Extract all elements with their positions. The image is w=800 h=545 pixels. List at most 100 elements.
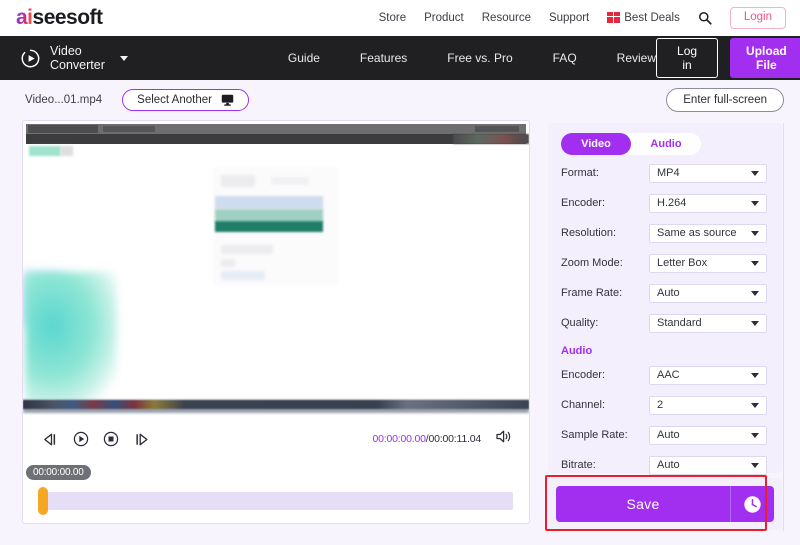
aiseesoft-logo[interactable]: ai seesoft [16, 6, 103, 30]
chevron-down-icon[interactable] [119, 55, 128, 61]
upload-file-button[interactable]: Upload File [730, 38, 800, 78]
file-name: Video...01.mp4 [25, 94, 103, 106]
label-zoom-mode: Zoom Mode: [561, 257, 623, 269]
timeline-track[interactable] [43, 492, 513, 510]
value-sample-rate: Auto [657, 429, 680, 441]
timeline-playhead[interactable] [38, 487, 48, 515]
label-sample-rate: Sample Rate: [561, 429, 628, 441]
select-frame-rate[interactable]: Auto [649, 283, 767, 303]
chevron-down-icon [751, 372, 759, 378]
product-nav-faq[interactable]: FAQ [553, 51, 577, 65]
select-quality[interactable]: Standard [649, 313, 767, 333]
value-quality: Standard [657, 317, 702, 329]
label-encoder-video: Encoder: [561, 197, 606, 209]
product-nav: Video Converter Guide Features Free vs. … [0, 36, 800, 80]
stop-icon[interactable] [103, 431, 119, 447]
player-controls: 00:00:00.00/00:00:11.04 [23, 421, 529, 457]
value-channel: 2 [657, 399, 664, 411]
setting-row-bitrate: Bitrate: Auto [561, 453, 769, 477]
preview-toolbar-icons [453, 134, 529, 144]
nav-support[interactable]: Support [549, 12, 589, 24]
nav-store[interactable]: Store [379, 12, 407, 24]
login-button[interactable]: Login [729, 7, 786, 29]
panel-divider [783, 123, 784, 531]
product-brand[interactable]: Video Converter [20, 44, 128, 72]
select-channel[interactable]: 2 [649, 395, 767, 415]
save-area: Save [548, 478, 782, 530]
logo-seesoft-text: seesoft [32, 6, 104, 29]
select-sample-rate[interactable]: Auto [649, 425, 767, 445]
label-resolution: Resolution: [561, 227, 617, 239]
video-preview[interactable] [23, 124, 529, 416]
preview-tab-b [103, 126, 155, 132]
save-button[interactable]: Save [556, 486, 774, 522]
nav-resource[interactable]: Resource [482, 12, 531, 24]
select-another-button[interactable]: Select Another [122, 89, 249, 111]
product-nav-review[interactable]: Review [617, 51, 656, 65]
setting-row-format: Format: MP4 [561, 161, 769, 185]
play-icon[interactable] [73, 431, 89, 447]
value-zoom-mode: Letter Box [657, 257, 708, 269]
setting-row-zoom-mode: Zoom Mode: Letter Box [561, 251, 769, 275]
chevron-down-icon [751, 260, 759, 266]
enter-fullscreen-button[interactable]: Enter full-screen [666, 88, 784, 112]
nav-product[interactable]: Product [424, 12, 464, 24]
audio-section-header: Audio [561, 345, 593, 357]
log-in-button[interactable]: Log in [656, 38, 719, 78]
setting-row-sample-rate: Sample Rate: Auto [561, 423, 769, 447]
current-time: 00:00:00.00 [372, 433, 426, 445]
preview-highlight-blue [215, 196, 323, 209]
select-bitrate[interactable]: Auto [649, 455, 767, 475]
preview-teal-blob [25, 272, 117, 406]
chevron-down-icon [751, 230, 759, 236]
select-encoder-audio[interactable]: AAC [649, 365, 767, 385]
nav-best-deals[interactable]: Best Deals [607, 12, 680, 24]
product-nav-links: Guide Features Free vs. Pro FAQ Review [288, 51, 656, 65]
clock-history-icon[interactable] [730, 486, 774, 522]
label-format: Format: [561, 167, 599, 179]
save-button-label: Save [626, 496, 660, 512]
setting-row-encoder-audio: Encoder: AAC [561, 363, 769, 387]
preview-url-bar [475, 126, 519, 132]
select-another-label: Select Another [137, 94, 212, 106]
setting-row-quality: Quality: Standard [561, 311, 769, 335]
chevron-down-icon [751, 432, 759, 438]
value-format: MP4 [657, 167, 680, 179]
value-frame-rate: Auto [657, 287, 680, 299]
site-nav: Store Product Resource Support Best Deal… [379, 7, 786, 29]
file-bar: Video...01.mp4 Select Another Enter full… [0, 80, 800, 120]
search-icon[interactable] [698, 11, 712, 25]
select-zoom-mode[interactable]: Letter Box [649, 253, 767, 273]
tab-audio[interactable]: Audio [631, 133, 701, 155]
chevron-down-icon [751, 462, 759, 468]
label-channel: Channel: [561, 399, 606, 411]
select-format[interactable]: MP4 [649, 163, 767, 183]
preview-taskbar-icons [23, 400, 529, 409]
label-quality: Quality: [561, 317, 599, 329]
tab-video[interactable]: Video [561, 133, 631, 155]
gift-icon [607, 12, 621, 24]
next-frame-icon[interactable] [133, 432, 150, 447]
transport-controls [42, 431, 150, 447]
preview-grey-chip [61, 146, 73, 156]
value-encoder-audio: AAC [657, 369, 680, 381]
previous-frame-icon[interactable] [42, 432, 59, 447]
app-root: ai seesoft Store Product Resource Support… [0, 0, 800, 545]
setting-row-encoder-video: Encoder: H.264 [561, 191, 769, 215]
select-resolution[interactable]: Same as source [649, 223, 767, 243]
label-frame-rate: Frame Rate: [561, 287, 623, 299]
product-nav-guide[interactable]: Guide [288, 51, 320, 65]
chevron-down-icon [751, 200, 759, 206]
product-nav-free-vs-pro[interactable]: Free vs. Pro [447, 51, 512, 65]
chevron-down-icon [751, 170, 759, 176]
product-nav-features[interactable]: Features [360, 51, 407, 65]
chevron-down-icon [751, 320, 759, 326]
select-encoder-video[interactable]: H.264 [649, 193, 767, 213]
label-encoder-audio: Encoder: [561, 369, 606, 381]
logo-ai-text: ai [16, 6, 33, 29]
volume-icon[interactable] [495, 429, 513, 449]
timeline-tooltip: 00:00:00.00 [26, 465, 91, 480]
site-header: ai seesoft Store Product Resource Support… [0, 0, 800, 36]
timeline[interactable]: 00:00:00.00 [23, 461, 529, 523]
best-deals-label: Best Deals [624, 11, 680, 24]
